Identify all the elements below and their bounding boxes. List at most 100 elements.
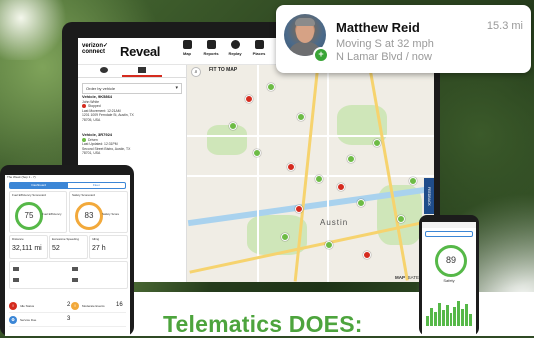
- card-title: Fuel Efficiency Scorecard: [12, 193, 46, 197]
- stat-label: Distance: [12, 237, 24, 241]
- tab-fleet[interactable]: Fleet: [68, 183, 126, 188]
- row-label: Moderate Events: [82, 304, 105, 308]
- safety-label: Safety Score: [102, 212, 120, 216]
- stat-value: 52: [52, 245, 60, 252]
- order-by-select[interactable]: Order by vehicle: [82, 83, 182, 94]
- card-title: Safety Scorecard: [72, 193, 96, 197]
- driver-notification[interactable]: + Matthew Reid 15.3 mi Moving S at 32 mp…: [276, 5, 531, 73]
- vehicle-pin[interactable]: [267, 83, 275, 91]
- vehicle-list-item[interactable]: Vehicle, 9K5864 John White Stopped Last …: [82, 94, 178, 123]
- map-icon: [182, 40, 192, 49]
- fuel-score-ring: 75: [15, 202, 43, 230]
- dashboard-screen: The Week (Sep 1 - 7) Dashboard Fleet Fue…: [5, 175, 130, 336]
- row-label: Idle Status: [20, 304, 35, 308]
- stat-value: 32,111 mi: [12, 245, 42, 252]
- vehicle-pin[interactable]: [295, 205, 303, 213]
- map-type-map[interactable]: MAP: [395, 275, 405, 280]
- app-name: Reveal: [120, 44, 161, 59]
- sky-light: [0, 0, 70, 60]
- fuel-score: 75: [24, 211, 34, 220]
- phone-screen: 89 Safety: [422, 222, 476, 336]
- group-tab-icon[interactable]: [100, 67, 108, 73]
- vehicle-icon: [13, 278, 19, 282]
- driver-status: Moving S at 32 mph: [336, 38, 434, 50]
- safety-score-ring: 83: [75, 202, 103, 230]
- alert-icon: !: [9, 302, 17, 310]
- vehicle-tab-icon[interactable]: [122, 67, 162, 77]
- vehicle-pin[interactable]: [315, 175, 323, 183]
- vehicle-pin[interactable]: [245, 95, 253, 103]
- highway: [189, 219, 432, 274]
- dashboard-tabs: Dashboard Fleet: [9, 182, 126, 189]
- vehicle-pin[interactable]: [325, 241, 333, 249]
- phone-device: 89 Safety: [419, 215, 479, 336]
- brand-bottom: connect: [82, 49, 106, 55]
- vehicle-icon: [72, 278, 78, 282]
- warning-icon: !: [71, 302, 79, 310]
- phone-score-label: Safety: [443, 278, 455, 283]
- safety-score: 83: [84, 211, 94, 220]
- vehicle-icon: [13, 267, 19, 271]
- list-item[interactable]: ! Moderate Events 16: [71, 301, 126, 312]
- vehicle-pin[interactable]: [347, 155, 355, 163]
- dashboard-header: The Week (Sep 1 - 7): [5, 175, 130, 181]
- nav-map[interactable]: Map: [174, 40, 200, 56]
- vehicle-pin[interactable]: [337, 183, 345, 191]
- stat-label: Excessive Speeding: [52, 237, 80, 241]
- vehicle-pin[interactable]: [373, 139, 381, 147]
- vehicle-pin[interactable]: [409, 177, 417, 185]
- fuel-scorecard[interactable]: Fuel Efficiency Scorecard 75 Fuel Effici…: [9, 191, 67, 233]
- distance-stat[interactable]: Distance 32,111 mi: [9, 235, 48, 259]
- phone-tabs[interactable]: [425, 231, 473, 237]
- vehicle-pin[interactable]: [397, 215, 405, 223]
- idling-stat[interactable]: Idling 27 h: [89, 235, 128, 259]
- vehicle-pin[interactable]: [297, 113, 305, 121]
- wrench-icon: ⚙: [9, 316, 17, 324]
- vehicle-detail: 78701, USA: [82, 151, 101, 156]
- road: [327, 65, 329, 282]
- vehicle-summary: [9, 261, 128, 289]
- sidebar-tabs: [78, 65, 186, 78]
- nav-label: Reports: [203, 51, 219, 56]
- vehicle-pin[interactable]: [357, 199, 365, 207]
- stat-value: 27 h: [92, 245, 106, 252]
- park-area: [207, 125, 247, 155]
- fleet-map[interactable]: ⌕ FIT TO MAP Austin FEEDBACK MAP SATELLI…: [187, 65, 434, 282]
- replay-icon: [230, 40, 240, 49]
- road: [187, 175, 434, 177]
- driver-name: Matthew Reid: [336, 20, 420, 35]
- vehicle-pin[interactable]: [229, 122, 237, 130]
- highway: [368, 66, 409, 281]
- vehicle-detail: 78705, USA: [82, 117, 101, 122]
- vehicle-pin[interactable]: [253, 149, 261, 157]
- city-label: Austin: [320, 218, 349, 227]
- speeding-stat[interactable]: Excessive Speeding 52: [49, 235, 88, 259]
- verizon-connect-logo: verizon✓ connect: [82, 43, 108, 55]
- driver-distance: 15.3 mi: [486, 20, 523, 32]
- vehicle-pin[interactable]: [287, 163, 295, 171]
- vehicle-list-item[interactable]: Vehicle, 3R7924 Driven Last Updated: 12:…: [82, 132, 178, 156]
- road: [257, 65, 259, 282]
- nav-places[interactable]: Places: [246, 40, 272, 56]
- vehicle-pin[interactable]: [363, 251, 371, 259]
- page-headline: Telematics DOES:: [163, 311, 363, 337]
- fit-to-map-button[interactable]: FIT TO MAP: [209, 67, 237, 73]
- row-count: 3: [67, 316, 71, 322]
- phone-score-ring: 89: [435, 245, 467, 277]
- driver-location: N Lamar Blvd / now: [336, 51, 432, 63]
- list-item[interactable]: ⚙ Service Due 3: [9, 315, 126, 327]
- nav-label: Replay: [228, 51, 242, 56]
- fuel-label: Fuel Efficiency: [42, 212, 62, 216]
- nav-label: Places: [252, 51, 266, 56]
- nav-replay[interactable]: Replay: [222, 40, 248, 56]
- nav-reports[interactable]: Reports: [198, 40, 224, 56]
- feedback-tab[interactable]: FEEDBACK: [424, 178, 434, 214]
- row-count: 2: [67, 302, 71, 308]
- reports-icon: [206, 40, 216, 49]
- safety-scorecard[interactable]: Safety Scorecard 83 Safety Score: [69, 191, 128, 233]
- tab-dashboard[interactable]: Dashboard: [10, 183, 68, 188]
- vehicle-pin[interactable]: [281, 233, 289, 241]
- vehicle-icon: [72, 267, 78, 271]
- row-label: Service Due: [20, 318, 37, 322]
- map-search-icon[interactable]: ⌕: [191, 67, 201, 77]
